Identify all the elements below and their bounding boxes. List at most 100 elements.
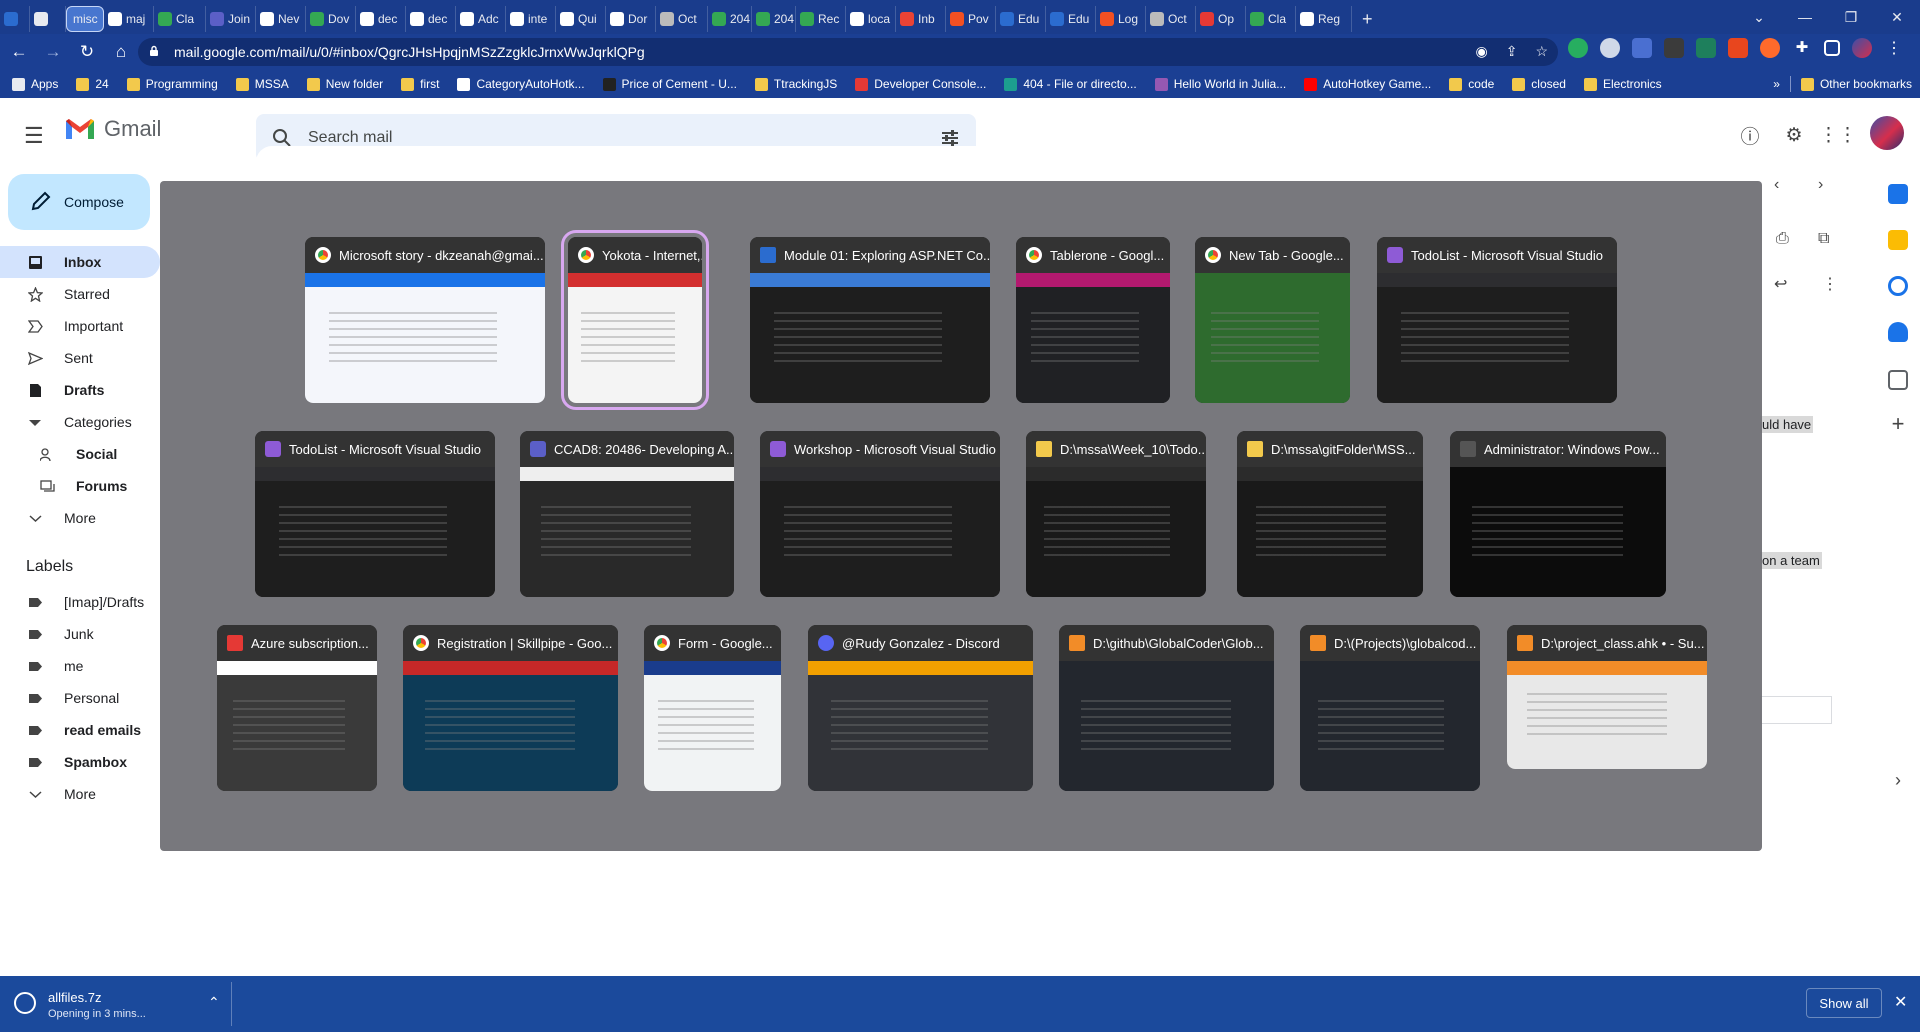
window-thumbnail[interactable]: Workshop - Microsoft Visual Studio <box>760 431 1000 597</box>
window-thumbnail[interactable]: Microsoft story - dkzeanah@gmai... <box>305 237 545 403</box>
extension-icon[interactable] <box>1568 38 1588 58</box>
extension-icon[interactable] <box>1664 38 1684 58</box>
extension-icon[interactable] <box>1760 38 1780 58</box>
window-thumbnail[interactable]: Tablerone - Googl... <box>1016 237 1170 403</box>
browser-tab[interactable]: Cla <box>154 6 206 32</box>
label-item[interactable]: Junk <box>0 618 160 650</box>
window-thumbnail[interactable]: @Rudy Gonzalez - Discord <box>808 625 1033 791</box>
window-thumbnail[interactable]: D:\mssa\gitFolder\MSS... <box>1237 431 1423 597</box>
chrome-menu-icon[interactable]: ⋮ <box>1884 38 1904 58</box>
window-thumbnail[interactable]: Yokota - Internet,... <box>561 230 709 410</box>
nav-item-social[interactable]: Social <box>0 438 160 470</box>
bookmark-link[interactable]: Hello World in Julia... <box>1154 77 1286 91</box>
bookmark-star-icon[interactable]: ☆ <box>1535 43 1548 60</box>
window-thumbnail[interactable]: Form - Google... <box>644 625 781 791</box>
extension-icon[interactable] <box>1600 38 1620 58</box>
share-icon[interactable]: ⇪ <box>1506 43 1518 60</box>
extension-icon[interactable] <box>1696 38 1716 58</box>
bookmark-link[interactable]: Price of Cement - U... <box>602 77 737 91</box>
bookmark-folder[interactable]: first <box>401 77 439 91</box>
newer-chevron-left-icon[interactable]: ‹ <box>1774 176 1779 194</box>
other-bookmarks[interactable]: Other bookmarks <box>1800 77 1912 91</box>
browser-tab[interactable]: 204 <box>752 6 796 32</box>
nav-item-sent[interactable]: Sent <box>0 342 160 374</box>
add-addon-icon[interactable]: + <box>1888 413 1908 435</box>
browser-tab[interactable]: Qui <box>556 6 606 32</box>
new-tab-button[interactable]: + <box>1352 6 1377 32</box>
eye-off-icon[interactable]: ◉ <box>1475 43 1487 60</box>
browser-tab[interactable] <box>30 6 66 32</box>
bookmark-folder[interactable]: Programming <box>126 77 218 91</box>
browser-tab[interactable]: dec <box>406 6 456 32</box>
label-item[interactable]: me <box>0 650 160 682</box>
settings-gear-icon[interactable]: ⚙ <box>1781 122 1807 148</box>
label-item[interactable]: read emails <box>0 714 160 746</box>
close-window-button[interactable]: ✕ <box>1874 0 1920 34</box>
extension-icon[interactable] <box>1632 38 1652 58</box>
browser-tab[interactable]: loca <box>846 6 896 32</box>
tab-search-icon[interactable]: ⌄ <box>1736 0 1782 34</box>
label-item[interactable]: [Imap]/Drafts <box>0 586 160 618</box>
browser-tab[interactable]: Inb <box>896 6 946 32</box>
browser-tab[interactable]: Reg <box>1296 6 1352 32</box>
bookmark-link[interactable]: Developer Console... <box>855 77 986 91</box>
url-text[interactable]: mail.google.com/mail/u/0/#inbox/QgrcJHsH… <box>174 44 645 60</box>
window-thumbnail[interactable]: TodoList - Microsoft Visual Studio <box>1377 237 1617 403</box>
home-button[interactable]: ⌂ <box>106 37 136 67</box>
download-item[interactable]: allfiles.7z Opening in 3 mins... ⌃ <box>8 982 232 1026</box>
browser-tab[interactable]: inte <box>506 6 556 32</box>
search-placeholder[interactable]: Search mail <box>308 129 392 147</box>
browser-tab[interactable]: Pov <box>946 6 996 32</box>
browser-tab[interactable]: Oct <box>1146 6 1196 32</box>
extension-icon[interactable] <box>1728 38 1748 58</box>
more-vert-icon[interactable]: ⋮ <box>1822 274 1838 294</box>
browser-tab[interactable]: Edu <box>996 6 1046 32</box>
bookmark-folder[interactable]: MSSA <box>235 77 289 91</box>
browser-tab[interactable]: Oct <box>656 6 708 32</box>
bookmark-folder[interactable]: New folder <box>306 77 383 91</box>
close-downloads-icon[interactable]: ✕ <box>1894 992 1907 1012</box>
browser-tab[interactable]: misc <box>66 6 104 32</box>
addon-icon[interactable] <box>1888 370 1908 390</box>
main-menu-icon[interactable]: ☰ <box>24 123 44 149</box>
window-thumbnail[interactable]: Azure subscription... <box>217 625 377 791</box>
keep-icon[interactable] <box>1888 230 1908 250</box>
bookmark-folder[interactable]: closed <box>1512 77 1566 91</box>
bookmark-folder[interactable]: 24 <box>76 77 109 91</box>
window-thumbnail[interactable]: New Tab - Google... <box>1195 237 1350 403</box>
browser-tab[interactable]: Cla <box>1246 6 1296 32</box>
browser-tab[interactable]: 204 <box>708 6 752 32</box>
window-thumbnail[interactable]: D:\project_class.ahk • - Su... <box>1507 625 1707 769</box>
compose-button[interactable]: Compose <box>8 174 150 230</box>
open-in-new-window-icon[interactable]: ⧉ <box>1818 230 1829 248</box>
browser-tab[interactable]: Dor <box>606 6 656 32</box>
bookmarks-overflow-icon[interactable]: » <box>1773 77 1780 91</box>
bookmark-folder[interactable]: Electronics <box>1583 77 1662 91</box>
print-icon[interactable]: ⎙ <box>1776 230 1789 248</box>
expand-panel-icon[interactable]: › <box>1888 770 1908 790</box>
bookmark-link[interactable]: CategoryAutoHotk... <box>457 77 585 91</box>
nav-item-starred[interactable]: Starred <box>0 278 160 310</box>
browser-tab[interactable]: Rec <box>796 6 846 32</box>
browser-tab[interactable]: dec <box>356 6 406 32</box>
minimize-button[interactable]: — <box>1782 0 1828 34</box>
older-chevron-right-icon[interactable]: › <box>1818 176 1823 194</box>
apps-grid-icon[interactable]: ⋮⋮ <box>1819 122 1857 148</box>
gmail-logo[interactable]: Gmail <box>64 116 161 142</box>
forward-button[interactable]: → <box>38 37 68 67</box>
side-panel-icon[interactable] <box>1824 40 1840 56</box>
show-all-button[interactable]: Show all <box>1806 988 1882 1018</box>
label-item[interactable]: Personal <box>0 682 160 714</box>
browser-tab[interactable]: Adc <box>456 6 506 32</box>
bookmark-link[interactable]: AutoHotkey Game... <box>1304 77 1431 91</box>
window-thumbnail[interactable]: D:\github\GlobalCoder\Glob... <box>1059 625 1274 791</box>
browser-tab[interactable]: Dov <box>306 6 356 32</box>
bookmark-folder[interactable]: code <box>1449 77 1494 91</box>
browser-tab[interactable]: maj <box>104 6 154 32</box>
window-thumbnail[interactable]: CCAD8: 20486- Developing A... <box>520 431 734 597</box>
nav-item-inbox[interactable]: Inbox <box>0 246 160 278</box>
browser-tab[interactable]: Log <box>1096 6 1146 32</box>
nav-item-forums[interactable]: Forums <box>0 470 160 502</box>
window-thumbnail[interactable]: D:\(Projects)\globalcod... <box>1300 625 1480 791</box>
window-thumbnail[interactable]: Registration | Skillpipe - Goo... <box>403 625 618 791</box>
